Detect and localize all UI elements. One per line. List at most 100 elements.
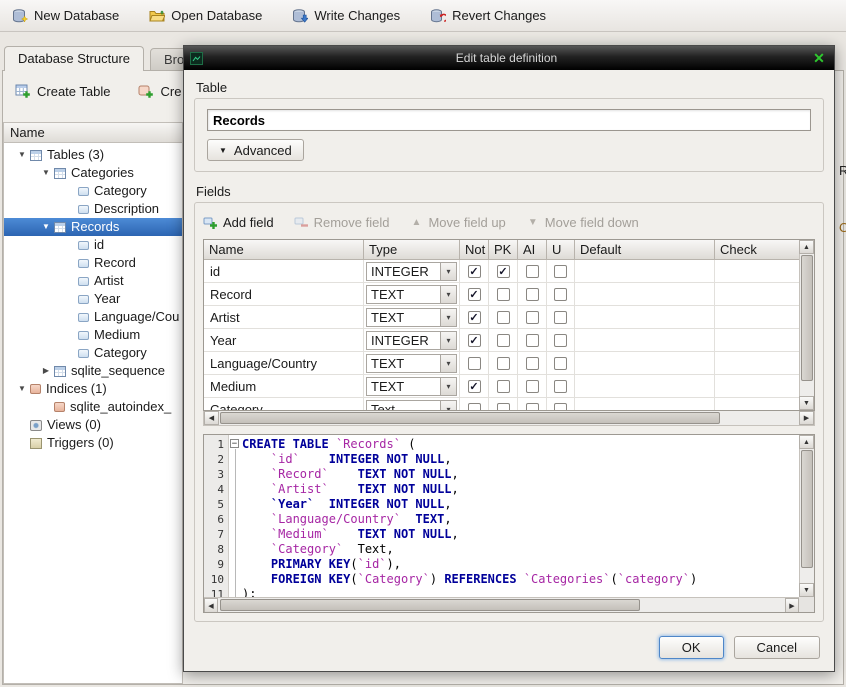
sql-vertical-scrollbar[interactable]: ▲ ▼: [799, 435, 814, 597]
ai-checkbox[interactable]: [526, 380, 539, 393]
not-checkbox[interactable]: ✓: [468, 265, 481, 278]
collapse-icon[interactable]: ▼: [14, 146, 30, 164]
field-type-select[interactable]: TEXT▾: [366, 377, 457, 396]
write-changes-button[interactable]: Write Changes: [292, 8, 400, 24]
u-checkbox[interactable]: [554, 357, 567, 370]
ai-checkbox[interactable]: [526, 403, 539, 411]
field-row-category[interactable]: CategoryText▾: [204, 398, 799, 410]
open-database-button[interactable]: Open Database: [149, 8, 262, 24]
field-name-cell[interactable]: Year: [204, 329, 364, 352]
not-checkbox[interactable]: [468, 403, 481, 411]
revert-changes-button[interactable]: Revert Changes: [430, 8, 546, 24]
fields-grid-vertical-scrollbar[interactable]: ▲ ▼: [799, 240, 814, 410]
field-name-cell[interactable]: Medium: [204, 375, 364, 398]
expand-icon[interactable]: ▶: [38, 362, 54, 380]
pk-checkbox[interactable]: [497, 403, 510, 411]
tree-item-year[interactable]: Year: [4, 290, 182, 308]
column-header-type[interactable]: Type: [364, 240, 460, 260]
pk-checkbox[interactable]: [497, 380, 510, 393]
scroll-left-icon[interactable]: ◀: [204, 411, 219, 425]
tree-item-sqlite-autoindex[interactable]: sqlite_autoindex_: [4, 398, 182, 416]
tree-item-artist[interactable]: Artist: [4, 272, 182, 290]
scroll-up-icon[interactable]: ▲: [799, 435, 814, 449]
tree-item-language-cou[interactable]: Language/Cou: [4, 308, 182, 326]
create-table-button[interactable]: Create Table: [15, 83, 110, 99]
collapse-icon[interactable]: ▼: [38, 164, 54, 182]
tree-item-triggers-0[interactable]: Triggers (0): [4, 434, 182, 452]
default-cell[interactable]: [575, 283, 715, 306]
tree-item-category[interactable]: Category: [4, 182, 182, 200]
ok-button[interactable]: OK: [659, 636, 724, 659]
tree-column-header-name[interactable]: Name: [4, 123, 182, 143]
u-checkbox[interactable]: [554, 265, 567, 278]
check-cell[interactable]: [715, 329, 799, 352]
add-field-button[interactable]: Add field: [203, 215, 274, 230]
column-header-not[interactable]: Not: [460, 240, 489, 260]
column-header-check[interactable]: Check: [715, 240, 799, 260]
move-field-up-button[interactable]: ▲ Move field up: [409, 215, 505, 230]
tree-item-categories[interactable]: ▼Categories: [4, 164, 182, 182]
tab-database-structure[interactable]: Database Structure: [4, 46, 144, 71]
field-type-select[interactable]: TEXT▾: [366, 285, 457, 304]
check-cell[interactable]: [715, 260, 799, 283]
column-header-pk[interactable]: PK: [489, 240, 518, 260]
pk-checkbox[interactable]: [497, 311, 510, 324]
not-checkbox[interactable]: ✓: [468, 288, 481, 301]
table-name-input[interactable]: [207, 109, 811, 131]
create-index-button[interactable]: Cre: [138, 83, 181, 99]
not-checkbox[interactable]: ✓: [468, 334, 481, 347]
sql-preview-editor[interactable]: 1−CREATE TABLE `Records` (2 `id` INTEGER…: [203, 434, 815, 613]
fields-grid-horizontal-scrollbar[interactable]: ◀ ▶: [203, 411, 815, 426]
u-checkbox[interactable]: [554, 311, 567, 324]
close-icon[interactable]: ✕: [810, 50, 828, 67]
field-row-language-country[interactable]: Language/CountryTEXT▾: [204, 352, 799, 375]
default-cell[interactable]: [575, 352, 715, 375]
not-checkbox[interactable]: ✓: [468, 380, 481, 393]
field-name-cell[interactable]: Artist: [204, 306, 364, 329]
collapse-icon[interactable]: ▼: [38, 218, 54, 236]
tree-item-tables-3[interactable]: ▼Tables (3): [4, 146, 182, 164]
scroll-down-icon[interactable]: ▼: [799, 583, 814, 597]
ai-checkbox[interactable]: [526, 311, 539, 324]
advanced-toggle-button[interactable]: ▼ Advanced: [207, 139, 304, 161]
ai-checkbox[interactable]: [526, 288, 539, 301]
column-header-ai[interactable]: AI: [518, 240, 547, 260]
tree-item-indices-1[interactable]: ▼Indices (1): [4, 380, 182, 398]
field-row-artist[interactable]: ArtistTEXT▾ ✓: [204, 306, 799, 329]
column-header-u[interactable]: U: [547, 240, 575, 260]
default-cell[interactable]: [575, 375, 715, 398]
ai-checkbox[interactable]: [526, 265, 539, 278]
field-row-year[interactable]: YearINTEGER▾ ✓: [204, 329, 799, 352]
u-checkbox[interactable]: [554, 334, 567, 347]
column-header-default[interactable]: Default: [575, 240, 715, 260]
collapse-icon[interactable]: ▼: [14, 380, 30, 398]
field-name-cell[interactable]: Category: [204, 398, 364, 410]
scroll-left-icon[interactable]: ◀: [204, 598, 218, 613]
tree-item-records[interactable]: ▼Records: [4, 218, 182, 236]
field-type-select[interactable]: INTEGER▾: [366, 331, 457, 350]
field-name-cell[interactable]: id: [204, 260, 364, 283]
field-type-select[interactable]: TEXT▾: [366, 354, 457, 373]
field-row-record[interactable]: RecordTEXT▾✓: [204, 283, 799, 306]
field-name-cell[interactable]: Language/Country: [204, 352, 364, 375]
u-checkbox[interactable]: [554, 380, 567, 393]
not-checkbox[interactable]: [468, 357, 481, 370]
tree-item-description[interactable]: Description: [4, 200, 182, 218]
tree-item-category[interactable]: Category: [4, 344, 182, 362]
ai-checkbox[interactable]: [526, 357, 539, 370]
pk-checkbox[interactable]: [497, 357, 510, 370]
tree-item-views-0[interactable]: Views (0): [4, 416, 182, 434]
default-cell[interactable]: [575, 398, 715, 410]
column-header-name[interactable]: Name: [204, 240, 364, 260]
pk-checkbox[interactable]: ✓: [497, 265, 510, 278]
default-cell[interactable]: [575, 260, 715, 283]
new-database-button[interactable]: New Database: [12, 8, 119, 24]
scroll-down-icon[interactable]: ▼: [799, 396, 814, 410]
check-cell[interactable]: [715, 398, 799, 410]
field-type-select[interactable]: TEXT▾: [366, 308, 457, 327]
tree-item-id[interactable]: id: [4, 236, 182, 254]
u-checkbox[interactable]: [554, 288, 567, 301]
tree-item-record[interactable]: Record: [4, 254, 182, 272]
field-row-id[interactable]: idINTEGER▾✓✓: [204, 260, 799, 283]
not-checkbox[interactable]: ✓: [468, 311, 481, 324]
